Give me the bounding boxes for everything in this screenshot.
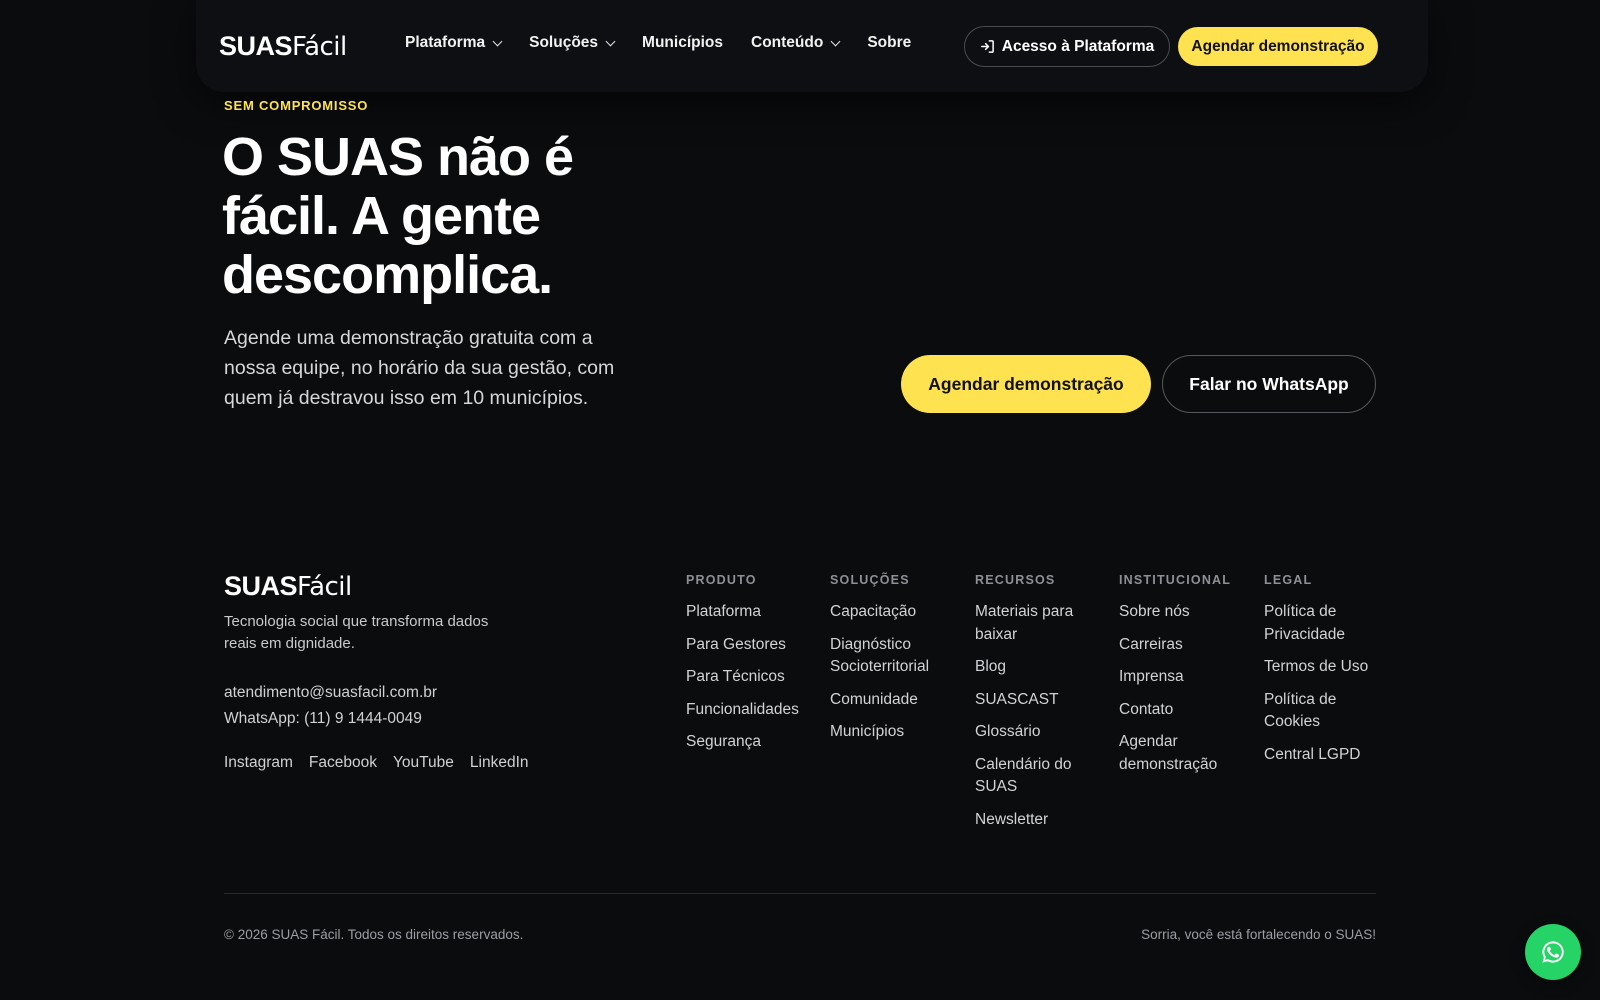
footer-slogan: Sorria, você está fortalecendo o SUAS!: [1141, 927, 1376, 942]
footer-link[interactable]: Contato: [1119, 699, 1249, 722]
social-link-youtube[interactable]: YouTube: [393, 754, 454, 772]
footer-email-link[interactable]: atendimento@suasfacil.com.br: [224, 680, 437, 706]
nav-demo-button[interactable]: Agendar demonstração: [1178, 27, 1378, 66]
footer-column-solucoes: SOLUÇÕES Capacitação Diagnóstico Sociote…: [830, 573, 960, 754]
footer-link[interactable]: Política de Privacidade: [1264, 601, 1394, 646]
nav-item-label: Conteúdo: [751, 34, 824, 51]
footer-column-title: SOLUÇÕES: [830, 573, 910, 587]
footer-link[interactable]: Diagnóstico Socioterritorial: [830, 634, 960, 679]
social-link-facebook[interactable]: Facebook: [309, 754, 377, 772]
nav-item-label: Municípios: [642, 34, 723, 51]
platform-access-label: Acesso à Plataforma: [1001, 37, 1155, 55]
footer-link[interactable]: Glossário: [975, 721, 1105, 744]
footer-column-title: LEGAL: [1264, 573, 1313, 587]
footer-link[interactable]: Agendar demonstração: [1119, 731, 1249, 776]
footer-link[interactable]: Materiais para baixar: [975, 601, 1105, 646]
footer-column-recursos: RECURSOS Materiais para baixar Blog SUAS…: [975, 573, 1105, 841]
hero-eyebrow: SEM COMPROMISSO: [224, 98, 369, 113]
hero-demo-button[interactable]: Agendar demonstração: [901, 355, 1151, 413]
footer-brand-logo[interactable]: SUAS Fácil: [224, 571, 352, 602]
whatsapp-icon: [1542, 941, 1564, 963]
nav-item-label: Plataforma: [405, 34, 486, 51]
footer-link[interactable]: Blog: [975, 656, 1105, 679]
nav-item-label: Sobre: [867, 34, 912, 51]
brand-logo-bold: SUAS: [224, 571, 298, 601]
footer-link[interactable]: SUASCAST: [975, 689, 1105, 712]
footer-contact: atendimento@suasfacil.com.br WhatsApp: (…: [224, 680, 437, 732]
footer-link[interactable]: Municípios: [830, 721, 960, 744]
footer-link[interactable]: Sobre nós: [1119, 601, 1249, 624]
hero-title: O SUAS não é fácil. A gente descomplica.: [222, 127, 574, 305]
footer-column-legal: LEGAL Política de Privacidade Termos de …: [1264, 573, 1394, 776]
footer-link[interactable]: Termos de Uso: [1264, 656, 1394, 679]
nav-item-solucoes[interactable]: Soluções: [529, 34, 616, 52]
nav-item-sobre[interactable]: Sobre: [867, 34, 911, 52]
footer-column-institucional: INSTITUCIONAL Sobre nós Carreiras Impren…: [1119, 573, 1249, 786]
brand-logo[interactable]: SUAS Fácil: [219, 31, 347, 62]
platform-access-button[interactable]: Acesso à Plataforma: [964, 26, 1170, 67]
brand-logo-light: Fácil: [297, 572, 352, 602]
footer-link[interactable]: Newsletter: [975, 809, 1105, 832]
main-nav: Plataforma Soluções Municípios Conteúdo …: [405, 34, 939, 52]
footer-link[interactable]: Política de Cookies: [1264, 689, 1394, 734]
footer-link[interactable]: Plataforma: [686, 601, 816, 624]
footer-column-title: INSTITUCIONAL: [1119, 573, 1232, 587]
chevron-down-icon: [492, 36, 503, 46]
nav-item-plataforma[interactable]: Plataforma: [405, 34, 503, 52]
footer-column-title: RECURSOS: [975, 573, 1056, 587]
footer-social-links: Instagram Facebook YouTube LinkedIn: [224, 754, 529, 772]
nav-item-label: Soluções: [529, 34, 599, 51]
footer-link[interactable]: Carreiras: [1119, 634, 1249, 657]
chevron-down-icon: [605, 36, 616, 46]
footer-link[interactable]: Calendário do SUAS: [975, 754, 1105, 799]
footer-tagline: Tecnologia social que transforma dados r…: [224, 613, 489, 652]
social-link-instagram[interactable]: Instagram: [224, 754, 293, 772]
whatsapp-floating-button[interactable]: [1525, 924, 1581, 980]
footer-link[interactable]: Capacitação: [830, 601, 960, 624]
footer-link[interactable]: Comunidade: [830, 689, 960, 712]
footer-link[interactable]: Funcionalidades: [686, 699, 816, 722]
footer-link[interactable]: Central LGPD: [1264, 744, 1394, 767]
footer-link[interactable]: Para Técnicos: [686, 666, 816, 689]
footer-link[interactable]: Para Gestores: [686, 634, 816, 657]
hero-subtitle: Agende uma demonstração gratuita com a n…: [224, 327, 615, 409]
footer-whatsapp-link[interactable]: WhatsApp: (11) 9 1444-0049: [224, 706, 437, 732]
hero-whatsapp-button[interactable]: Falar no WhatsApp: [1162, 355, 1376, 413]
footer-divider: [224, 893, 1376, 894]
footer-link[interactable]: Segurança: [686, 731, 816, 754]
footer-copyright: © 2026 SUAS Fácil. Todos os direitos res…: [224, 927, 524, 942]
top-navbar: SUAS Fácil Plataforma Soluções Municípios…: [196, 0, 1428, 92]
nav-item-municipios[interactable]: Municípios: [642, 34, 723, 52]
social-link-linkedin[interactable]: LinkedIn: [470, 754, 529, 772]
nav-item-conteudo[interactable]: Conteúdo: [751, 34, 841, 52]
footer-link[interactable]: Imprensa: [1119, 666, 1249, 689]
footer-column-title: PRODUTO: [686, 573, 757, 587]
brand-logo-bold: SUAS: [219, 31, 293, 61]
login-icon: [980, 40, 994, 53]
chevron-down-icon: [830, 36, 841, 46]
footer-column-produto: PRODUTO Plataforma Para Gestores Para Té…: [686, 573, 816, 764]
brand-logo-light: Fácil: [292, 32, 347, 62]
